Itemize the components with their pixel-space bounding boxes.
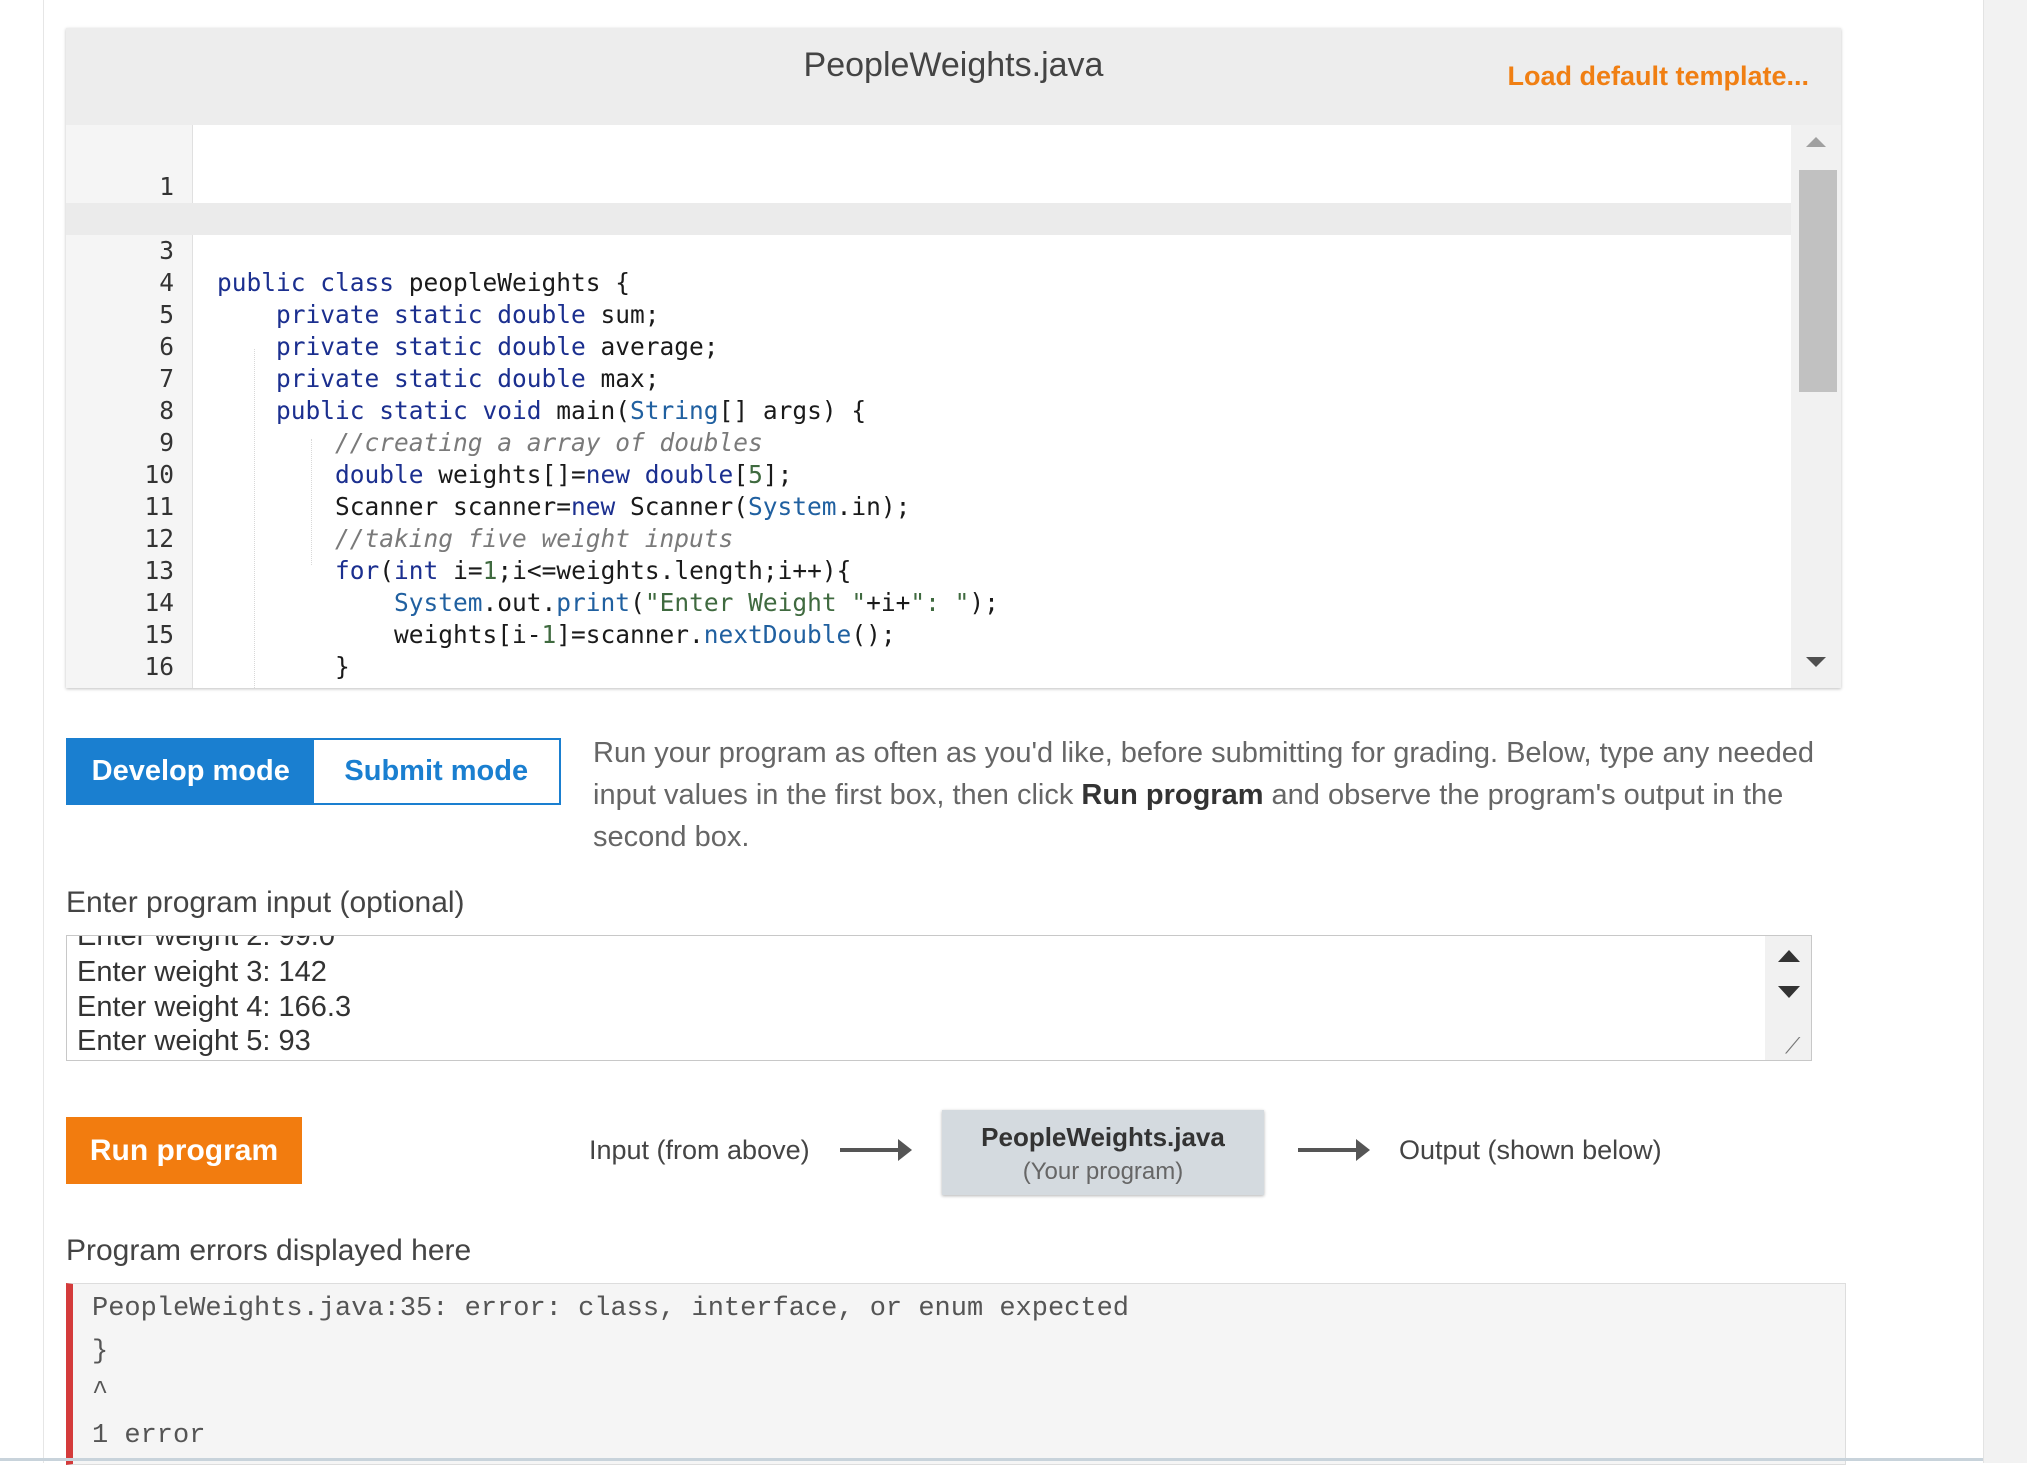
input-scrollbar[interactable]: ⟋ xyxy=(1765,936,1811,1060)
program-input-label: Enter program input (optional) xyxy=(66,886,465,919)
code-line-3-active: 3 public class peopleWeights { xyxy=(66,203,1791,297)
code-line-2: 2 xyxy=(66,171,1791,233)
code-line-4: 4 private static double sum; xyxy=(66,235,1791,329)
editor-scrollbar[interactable] xyxy=(1791,125,1841,688)
code-line-5: 5 private static double average; xyxy=(66,267,1791,361)
editor-scrollbar-thumb[interactable] xyxy=(1799,170,1837,392)
page-scrollbar-track[interactable] xyxy=(1983,0,2027,1463)
code-text-area[interactable]: 1 import java.util.Scanner; 2 3 public c… xyxy=(66,125,1791,688)
code-editor: PeopleWeights.java Load default template… xyxy=(66,28,1841,688)
output-caption: Output (shown below) xyxy=(1399,1135,1662,1165)
right-arrow-icon xyxy=(1298,1139,1370,1161)
code-line-10: 10 Scanner scanner=new Scanner(System.in… xyxy=(66,427,1791,521)
program-input-textarea[interactable]: Enter weight 2: 99.0 Enter weight 3: 142… xyxy=(66,935,1812,1061)
run-program-button[interactable]: Run program xyxy=(66,1117,302,1184)
submit-mode-button[interactable]: Submit mode xyxy=(313,740,559,803)
develop-mode-button[interactable]: Develop mode xyxy=(68,740,314,803)
bottom-divider xyxy=(0,1458,1983,1461)
code-line-6: 6 private static double max; xyxy=(66,299,1791,393)
program-errors-box[interactable]: PeopleWeights.java:35: error: class, int… xyxy=(66,1283,1846,1465)
mode-toggle: Develop mode Submit mode xyxy=(66,738,561,805)
error-line: 1 error xyxy=(92,1421,206,1451)
input-line: Enter weight 3: 142 xyxy=(77,956,327,988)
code-line-12: 12 for(int i=1;i<=weights.length;i++){ xyxy=(66,491,1791,585)
input-from-above-caption: Input (from above) xyxy=(589,1135,810,1165)
code-line-16: 16 System.out.println(); xyxy=(66,619,1791,688)
code-line-15: 15 } xyxy=(66,587,1791,681)
resize-grip-icon[interactable]: ⟋ xyxy=(1785,1035,1800,1057)
input-line: Enter weight 5: 93 xyxy=(77,1025,311,1057)
code-line-8: 8 //creating a array of doubles xyxy=(66,363,1791,457)
scroll-down-icon[interactable] xyxy=(1778,986,1800,998)
program-box-subtitle: (Your program) xyxy=(1022,1158,1184,1185)
code-line-17: 17 System.out.print("you entered :"); xyxy=(66,651,1791,688)
instructions-bold-text: Run program xyxy=(1081,779,1264,811)
code-text: System.out.println(); xyxy=(217,683,645,688)
right-margin xyxy=(1866,0,1983,1463)
run-instructions: Run your program as often as you'd like,… xyxy=(593,732,1853,858)
program-errors-label: Program errors displayed here xyxy=(66,1234,472,1267)
code-line-9: 9 double weights[]=new double[5]; xyxy=(66,395,1791,489)
right-arrow-icon xyxy=(840,1139,912,1161)
program-box: PeopleWeights.java (Your program) xyxy=(942,1110,1264,1195)
load-default-template-link[interactable]: Load default template... xyxy=(1507,61,1809,92)
code-line-11: 11 //taking five weight inputs xyxy=(66,459,1791,553)
code-line-13: 13 System.out.print("Enter Weight "+i+":… xyxy=(66,523,1791,617)
scroll-up-icon[interactable] xyxy=(1806,137,1826,147)
input-line: Enter weight 4: 166.3 xyxy=(77,991,352,1023)
code-line-7: 7 public static void main(String[] args)… xyxy=(66,331,1791,425)
resize-handle-icon[interactable] xyxy=(1806,657,1826,667)
code-line-14: 14 weights[i-1]=scanner.nextDouble(); xyxy=(66,555,1791,649)
code-line-1: 1 import java.util.Scanner; xyxy=(66,139,1791,233)
error-line: } xyxy=(92,1337,109,1367)
scroll-up-icon[interactable] xyxy=(1778,950,1800,962)
input-line-partial: Enter weight 2: 99.0 xyxy=(77,935,335,952)
error-line: PeopleWeights.java:35: error: class, int… xyxy=(92,1294,1129,1324)
program-box-title: PeopleWeights.java xyxy=(981,1122,1225,1152)
error-line: ^ xyxy=(92,1378,109,1408)
line-number: 17 xyxy=(66,683,174,688)
